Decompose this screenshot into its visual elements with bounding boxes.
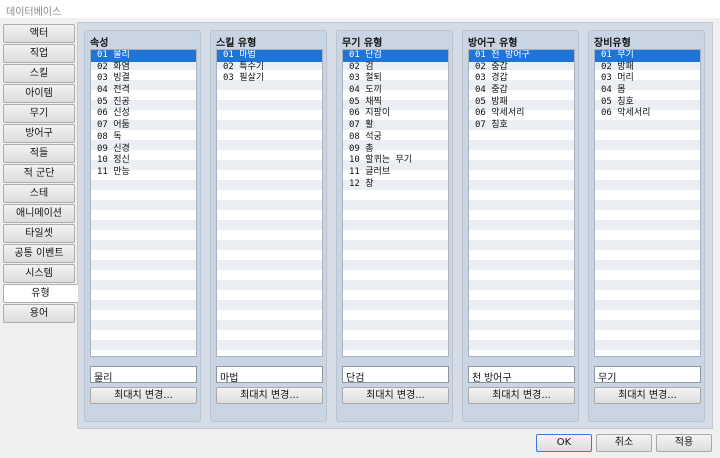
sidebar-item[interactable]: 무기 [3,104,75,123]
list-item[interactable]: 05 방패 [469,97,574,109]
list-item[interactable]: 06 신성 [91,108,196,120]
list-item[interactable]: 03 빙결 [91,73,196,85]
skill-type-list[interactable]: 01 마법 02 특수기 03 필살기 [216,49,323,357]
skill-type-name-input[interactable]: 마법 [216,366,323,384]
list-item[interactable]: 03 필살기 [217,73,322,85]
sidebar-item[interactable]: 직업 [3,44,75,63]
list-item[interactable]: 08 독 [91,132,196,144]
list-item[interactable]: 08 석궁 [343,132,448,144]
list-item[interactable]: 01 마법 [217,50,322,62]
list-item[interactable]: 05 채찍 [343,97,448,109]
types-panel: 속성 01 물리 02 화염 03 빙결 04 전격 05 진공 06 신성 07 어둠 08 … [77,22,713,429]
equip-type-change-max-button[interactable]: 최대치 변경... [594,387,701,404]
list-item[interactable]: 02 검 [343,62,448,74]
list-item[interactable]: 06 악세서리 [595,108,700,120]
list-item[interactable]: 01 물리 [91,50,196,62]
element-label: 속성 [90,38,109,49]
weapon-type-name-input[interactable]: 단검 [342,366,449,384]
armor-type-name-input[interactable]: 천 방어구 [468,366,575,384]
sidebar-item[interactable]: 방어구 [3,124,75,143]
sidebar: 액터 직업 스킬 아이템 무기 방어구 적들 적 군단 스테 애니메이션 타일셋 공통 이벤트 시스템 유… [3,24,78,324]
list-item[interactable]: 05 진공 [91,97,196,109]
armor-type-label: 방어구 유형 [468,38,518,49]
armor-type-group: 방어구 유형 01 천 방어구 02 중갑 03 경갑 04 중갑 05 방패 06 악세서… [462,30,579,422]
sidebar-item[interactable]: 적들 [3,144,75,163]
list-item[interactable]: 04 도끼 [343,85,448,97]
list-item[interactable]: 01 천 방어구 [469,50,574,62]
weapon-type-list[interactable]: 01 단검 02 검 03 철퇴 04 도끼 05 채찍 06 지팡이 07 활 08 석궁 0… [342,49,449,357]
list-item[interactable]: 09 총 [343,144,448,156]
list-item[interactable]: 11 만능 [91,167,196,179]
window-title: 데이터베이스 [0,0,720,18]
element-list[interactable]: 01 물리 02 화염 03 빙결 04 전격 05 진공 06 신성 07 어둠 08 독0… [90,49,197,357]
list-item[interactable]: 11 글러브 [343,167,448,179]
element-group: 속성 01 물리 02 화염 03 빙결 04 전격 05 진공 06 신성 07 어둠 08 … [84,30,201,422]
element-name-input[interactable]: 물리 [90,366,197,384]
equip-type-list[interactable]: 01 무기 02 방패 03 머리 04 몸 05 칭호 06 악세서리 [594,49,701,357]
list-item[interactable]: 03 머리 [595,73,700,85]
list-item[interactable]: 01 무기 [595,50,700,62]
element-change-max-button[interactable]: 최대치 변경... [90,387,197,404]
sidebar-item[interactable]: 액터 [3,24,75,43]
sidebar-item[interactable]: 아이템 [3,84,75,103]
weapon-type-group: 무기 유형 01 단검 02 검 03 철퇴 04 도끼 05 채찍 06 지팡이 07 활0… [336,30,453,422]
list-item[interactable]: 01 단검 [343,50,448,62]
list-item[interactable]: 12 창 [343,179,448,191]
skill-type-change-max-button[interactable]: 최대치 변경... [216,387,323,404]
list-item[interactable]: 02 화염 [91,62,196,74]
list-item[interactable]: 05 칭호 [595,97,700,109]
list-item[interactable]: 10 할퀴는 무기 [343,155,448,167]
sidebar-item[interactable]: 애니메이션 [3,204,75,223]
list-item[interactable]: 04 몸 [595,85,700,97]
list-item[interactable]: 07 어둠 [91,120,196,132]
cancel-button[interactable]: 취소 [596,434,652,452]
sidebar-item[interactable]: 적 군단 [3,164,75,183]
equip-type-group: 장비유형 01 무기 02 방패 03 머리 04 몸 05 칭호 06 악세서리무기최대치… [588,30,705,422]
sidebar-item[interactable]: 시스템 [3,264,75,283]
sidebar-item[interactable]: 공통 이벤트 [3,244,75,263]
skill-type-group: 스킬 유형 01 마법 02 특수기 03 필살기마법최대치 변경... [210,30,327,422]
list-item[interactable]: 10 정신 [91,155,196,167]
equip-type-name-input[interactable]: 무기 [594,366,701,384]
equip-type-label: 장비유형 [594,38,631,49]
sidebar-item[interactable]: 스킬 [3,64,75,83]
sidebar-item[interactable]: 용어 [3,304,75,323]
sidebar-item[interactable]: 스테 [3,184,75,203]
list-item[interactable]: 04 전격 [91,85,196,97]
armor-type-change-max-button[interactable]: 최대치 변경... [468,387,575,404]
list-item[interactable]: 03 경갑 [469,73,574,85]
list-item[interactable]: 06 악세서리 [469,108,574,120]
list-item[interactable]: 09 신경 [91,144,196,156]
sidebar-item[interactable]: 타일셋 [3,224,75,243]
list-item[interactable]: 02 특수기 [217,62,322,74]
list-item[interactable]: 04 중갑 [469,85,574,97]
weapon-type-label: 무기 유형 [342,38,383,49]
list-item[interactable]: 07 활 [343,120,448,132]
ok-button[interactable]: OK [536,434,592,452]
sidebar-item[interactable]: 유형 [3,284,78,303]
apply-button[interactable]: 적용 [656,434,712,452]
skill-type-label: 스킬 유형 [216,38,257,49]
list-item[interactable]: 06 지팡이 [343,108,448,120]
armor-type-list[interactable]: 01 천 방어구 02 중갑 03 경갑 04 중갑 05 방패 06 악세서리 07 칭호 [468,49,575,357]
list-item[interactable]: 02 중갑 [469,62,574,74]
list-item[interactable]: 07 칭호 [469,120,574,132]
database-window: 액터 직업 스킬 아이템 무기 방어구 적들 적 군단 스테 애니메이션 타일셋 공통 이벤트 시스템 유… [0,18,720,458]
list-item[interactable]: 02 방패 [595,62,700,74]
list-item[interactable]: 03 철퇴 [343,73,448,85]
weapon-type-change-max-button[interactable]: 최대치 변경... [342,387,449,404]
